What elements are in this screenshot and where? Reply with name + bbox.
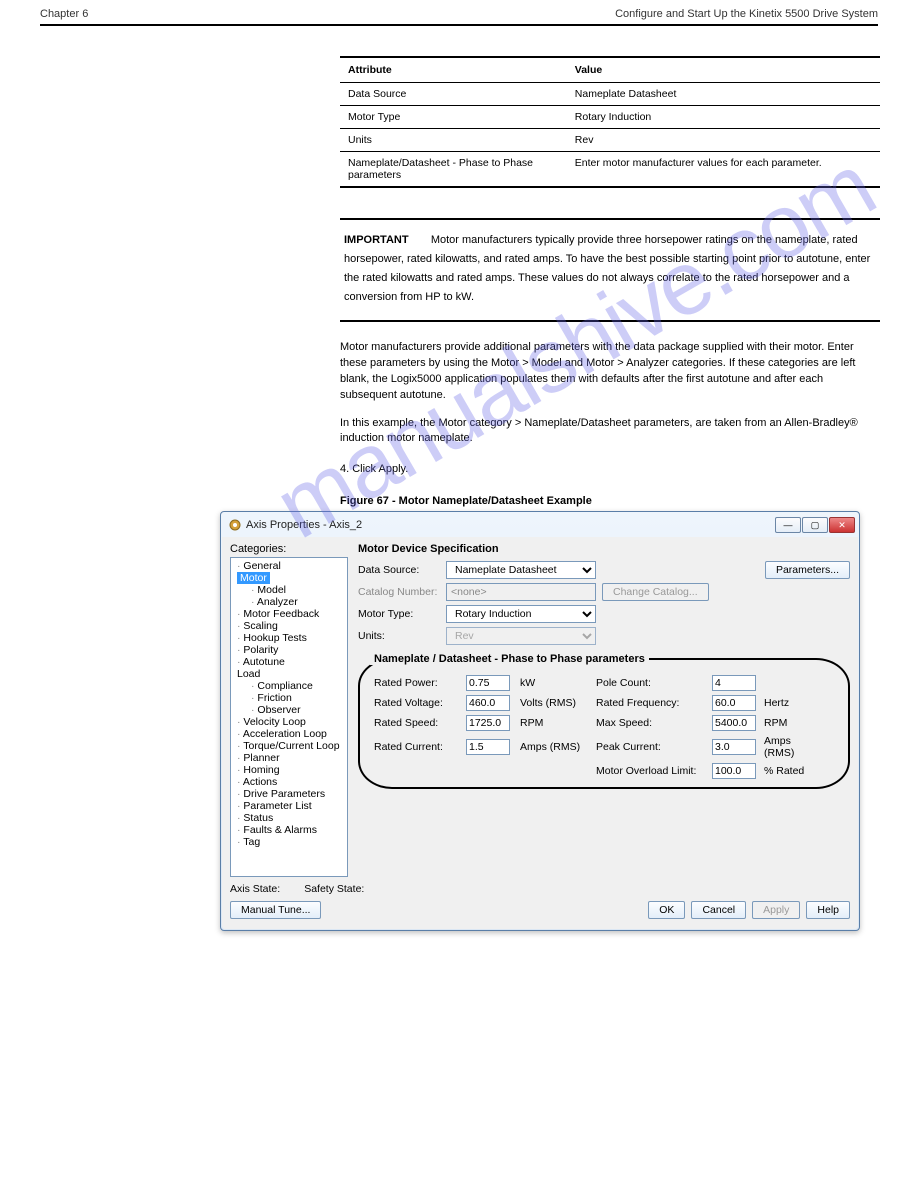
units-label: Units: (358, 630, 440, 642)
important-label: IMPORTANT (344, 234, 409, 246)
tree-item[interactable]: · Parameter List (235, 800, 347, 812)
peak-current-label: Peak Current: (596, 741, 706, 753)
categories-label: Categories: (230, 543, 348, 555)
attributes-table: Attribute Value Data SourceNameplate Dat… (340, 56, 880, 188)
tree-item[interactable]: · Acceleration Loop (235, 728, 347, 740)
tree-item[interactable]: · Scaling (235, 620, 347, 632)
rated-speed-unit: RPM (520, 717, 590, 729)
tree-item[interactable]: · Planner (235, 752, 347, 764)
header-rule (40, 24, 878, 26)
table-row: Motor TypeRotary Induction (340, 106, 880, 129)
tree-item[interactable]: · Torque/Current Loop (235, 740, 347, 752)
window-title: Axis Properties - Axis_2 (246, 519, 771, 531)
rated-current-field[interactable] (466, 739, 510, 755)
tree-item[interactable]: · Motor Feedback (235, 608, 347, 620)
tree-item[interactable]: · Velocity Loop (235, 716, 347, 728)
rated-freq-unit: Hertz (764, 697, 824, 709)
apply-button: Apply (752, 901, 800, 919)
th-attribute: Attribute (340, 57, 567, 83)
nameplate-fieldset: Nameplate / Datasheet - Phase to Phase p… (358, 653, 850, 789)
tree-item-load[interactable]: Load · Compliance · Friction · Observer (235, 668, 347, 716)
tree-item[interactable]: · Status (235, 812, 347, 824)
category-tree[interactable]: · General Motor · Model · Analyzer · Mot… (230, 557, 348, 877)
peak-current-unit: Amps (RMS) (764, 735, 824, 759)
tree-item[interactable]: · Friction (249, 692, 345, 704)
tree-item[interactable]: · Drive Parameters (235, 788, 347, 800)
tree-item[interactable]: · Compliance (249, 680, 345, 692)
fieldset-legend: Nameplate / Datasheet - Phase to Phase p… (370, 653, 649, 665)
catalog-number-label: Catalog Number: (358, 586, 440, 598)
safety-state-label: Safety State: (304, 883, 364, 895)
minimize-button[interactable]: — (775, 517, 801, 533)
tree-item[interactable]: · Analyzer (249, 596, 345, 608)
rated-voltage-field[interactable] (466, 695, 510, 711)
tree-item-motor[interactable]: Motor · Model · Analyzer (235, 572, 347, 608)
table-row: Data SourceNameplate Datasheet (340, 83, 880, 106)
figure-caption: Figure 67 - Motor Nameplate/Datasheet Ex… (340, 495, 878, 507)
rated-power-unit: kW (520, 677, 590, 689)
important-note: IMPORTANT Motor manufacturers typically … (340, 218, 880, 322)
manual-tune-button[interactable]: Manual Tune... (230, 901, 321, 919)
max-speed-field[interactable] (712, 715, 756, 731)
motor-type-select[interactable]: Rotary Induction (446, 605, 596, 623)
tree-item[interactable]: · Actions (235, 776, 347, 788)
help-button[interactable]: Help (806, 901, 850, 919)
pole-count-label: Pole Count: (596, 677, 706, 689)
panel-title: Motor Device Specification (358, 543, 850, 555)
rated-freq-label: Rated Frequency: (596, 697, 706, 709)
tree-item[interactable]: · Faults & Alarms (235, 824, 347, 836)
cancel-button[interactable]: Cancel (691, 901, 746, 919)
peak-current-field[interactable] (712, 739, 756, 755)
tree-item[interactable]: · Polarity (235, 644, 347, 656)
max-speed-unit: RPM (764, 717, 824, 729)
table-row: Nameplate/Datasheet - Phase to Phase par… (340, 152, 880, 188)
close-button[interactable]: ✕ (829, 517, 855, 533)
max-speed-label: Max Speed: (596, 717, 706, 729)
data-source-select[interactable]: Nameplate Datasheet (446, 561, 596, 579)
rated-freq-field[interactable] (712, 695, 756, 711)
table-row: UnitsRev (340, 129, 880, 152)
tree-item[interactable]: · Tag (235, 836, 347, 848)
rated-current-label: Rated Current: (374, 741, 460, 753)
window-icon (228, 518, 242, 532)
rated-speed-label: Rated Speed: (374, 717, 460, 729)
parameters-button[interactable]: Parameters... (765, 561, 850, 579)
paragraph: Motor manufacturers provide additional p… (340, 340, 880, 404)
rated-voltage-unit: Volts (RMS) (520, 697, 590, 709)
maximize-button[interactable]: ▢ (802, 517, 828, 533)
tree-item[interactable]: · Autotune (235, 656, 347, 668)
overload-unit: % Rated (764, 765, 824, 777)
tree-item[interactable]: · Observer (249, 704, 345, 716)
tree-item[interactable]: · Homing (235, 764, 347, 776)
change-catalog-button: Change Catalog... (602, 583, 709, 601)
rated-power-label: Rated Power: (374, 677, 460, 689)
rated-power-field[interactable] (466, 675, 510, 691)
tree-item[interactable]: · Model (249, 584, 345, 596)
catalog-number-field (446, 583, 596, 601)
overload-field[interactable] (712, 763, 756, 779)
overload-label: Motor Overload Limit: (596, 765, 706, 777)
axis-state-label: Axis State: (230, 883, 280, 895)
ok-button[interactable]: OK (648, 901, 685, 919)
titlebar[interactable]: Axis Properties - Axis_2 — ▢ ✕ (222, 513, 858, 537)
th-value: Value (567, 57, 880, 83)
rated-speed-field[interactable] (466, 715, 510, 731)
chapter-label: Chapter 6 (40, 8, 88, 20)
step-text: 4. Click Apply. (340, 463, 878, 475)
axis-properties-dialog: Axis Properties - Axis_2 — ▢ ✕ Categorie… (220, 511, 860, 931)
page-header: Chapter 6 Configure and Start Up the Kin… (40, 0, 878, 24)
rated-current-unit: Amps (RMS) (520, 741, 590, 753)
tree-item[interactable]: · Hookup Tests (235, 632, 347, 644)
pole-count-field[interactable] (712, 675, 756, 691)
data-source-label: Data Source: (358, 564, 440, 576)
tree-item[interactable]: · General (235, 560, 347, 572)
rated-voltage-label: Rated Voltage: (374, 697, 460, 709)
paragraph: In this example, the Motor category > Na… (340, 416, 880, 448)
chapter-title: Configure and Start Up the Kinetix 5500 … (615, 8, 878, 20)
units-select: Rev (446, 627, 596, 645)
motor-type-label: Motor Type: (358, 608, 440, 620)
body-text: Motor manufacturers provide additional p… (340, 340, 880, 448)
